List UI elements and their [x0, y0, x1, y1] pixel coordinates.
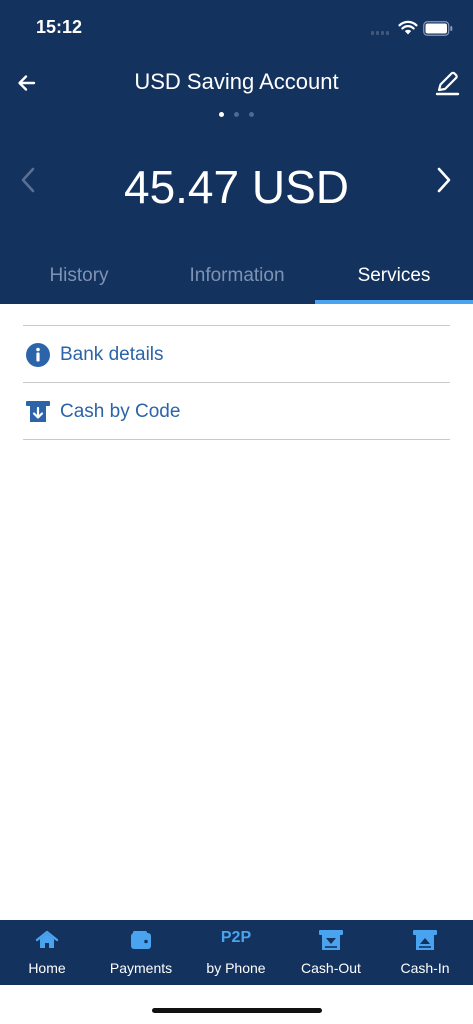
info-icon [26, 343, 50, 367]
account-title: USD Saving Account [134, 69, 339, 94]
home-indicator[interactable] [152, 1008, 322, 1013]
battery-icon [423, 21, 453, 36]
tab-history[interactable]: History [0, 252, 158, 304]
service-label: Cash by Code [60, 401, 181, 422]
cash-by-code-icon [26, 401, 50, 422]
services-list: Bank details Cash by Code [23, 325, 450, 440]
nav-cash-in[interactable]: Cash-In [378, 920, 472, 985]
wallet-icon [131, 931, 151, 949]
service-label: Bank details [60, 344, 164, 365]
nav-label: by Phone [206, 960, 266, 976]
account-tabs: History Information Services [0, 252, 473, 304]
nav-cash-out[interactable]: Cash-Out [284, 920, 378, 985]
next-account-chevron-icon[interactable] [433, 165, 455, 195]
back-arrow-icon[interactable] [14, 70, 40, 96]
page-dot [234, 112, 239, 117]
nav-label: Payments [109, 960, 173, 976]
service-cash-by-code[interactable]: Cash by Code [23, 383, 450, 440]
nav-label: Cash-In [400, 960, 450, 976]
cash-out-icon [319, 930, 343, 950]
p2p-icon: P2P [220, 929, 252, 946]
account-header: 15:12 USD Saving Account 45.47 USD Histo… [0, 0, 473, 304]
wifi-icon [398, 20, 418, 35]
edit-pencil-icon[interactable] [434, 70, 460, 96]
nav-label: Home [28, 960, 66, 976]
status-bar: 15:12 [0, 0, 473, 56]
account-balance: 45.47 USD [123, 161, 349, 213]
nav-p2p-by-phone[interactable]: P2P by Phone [189, 920, 283, 985]
account-page-indicator [0, 112, 473, 117]
home-icon [35, 930, 59, 948]
active-tab-indicator [315, 300, 473, 304]
nav-home[interactable]: Home [0, 920, 94, 985]
cash-in-icon [413, 930, 437, 950]
nav-label: Cash-Out [301, 960, 361, 976]
bottom-navigation: Home Payments P2P by Phone Cash-Out Cash… [0, 920, 473, 985]
status-time: 15:12 [36, 17, 83, 37]
nav-payments[interactable]: Payments [94, 920, 188, 985]
page-dot [219, 112, 224, 117]
previous-account-chevron-icon[interactable] [17, 165, 39, 195]
tab-information[interactable]: Information [158, 252, 316, 304]
service-bank-details[interactable]: Bank details [23, 326, 450, 383]
cellular-signal-icon [371, 29, 393, 35]
tab-services[interactable]: Services [315, 252, 473, 304]
page-dot [249, 112, 254, 117]
